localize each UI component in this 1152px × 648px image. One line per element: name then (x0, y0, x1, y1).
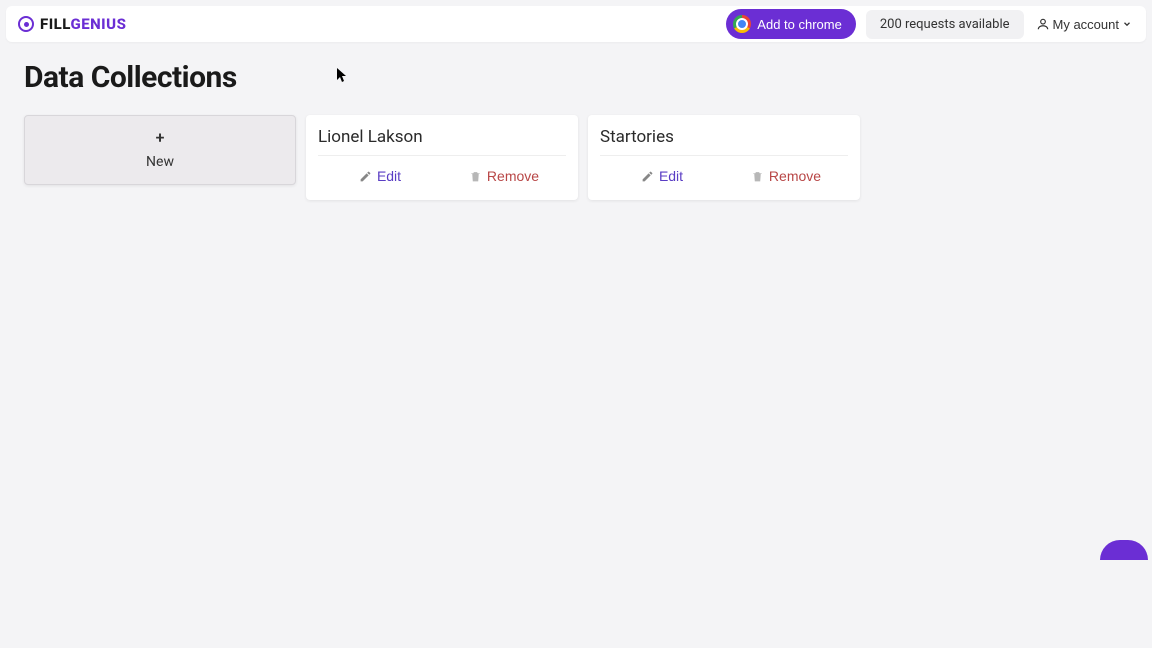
user-icon (1036, 17, 1050, 31)
chevron-down-icon (1122, 19, 1132, 29)
edit-button[interactable]: Edit (318, 162, 442, 190)
logo-icon (18, 16, 34, 32)
new-collection-card[interactable]: + New (24, 115, 296, 185)
app-header: FILLGENIUS Add to chrome 200 requests av… (6, 6, 1146, 42)
edit-button[interactable]: Edit (600, 162, 724, 190)
pencil-icon (641, 170, 654, 183)
brand-logo[interactable]: FILLGENIUS (18, 15, 126, 33)
collection-title: Lionel Lakson (318, 127, 566, 156)
remove-button[interactable]: Remove (442, 162, 566, 190)
logo-text: FILLGENIUS (40, 15, 126, 33)
collection-title: Startories (600, 127, 848, 156)
edit-label: Edit (659, 168, 683, 184)
header-actions: Add to chrome 200 requests available My … (726, 9, 1134, 39)
collection-card: Lionel Lakson Edit Remove (306, 115, 578, 200)
card-actions: Edit Remove (318, 162, 566, 190)
card-actions: Edit Remove (600, 162, 848, 190)
remove-label: Remove (769, 168, 821, 184)
add-to-chrome-label: Add to chrome (757, 17, 842, 32)
remove-label: Remove (487, 168, 539, 184)
new-collection-label: New (146, 154, 174, 170)
requests-available-badge[interactable]: 200 requests available (866, 10, 1024, 39)
pencil-icon (359, 170, 372, 183)
trash-icon (751, 170, 764, 183)
edit-label: Edit (377, 168, 401, 184)
chrome-icon (733, 15, 751, 33)
collection-card: Startories Edit Remove (588, 115, 860, 200)
add-to-chrome-button[interactable]: Add to chrome (726, 9, 856, 39)
remove-button[interactable]: Remove (724, 162, 848, 190)
my-account-label: My account (1053, 17, 1119, 32)
trash-icon (469, 170, 482, 183)
plus-icon: + (156, 130, 165, 146)
page-title: Data Collections (24, 60, 1128, 95)
page-content: Data Collections + New Lionel Lakson Edi… (6, 42, 1146, 218)
my-account-button[interactable]: My account (1034, 13, 1134, 36)
chat-widget-button[interactable] (1100, 540, 1148, 560)
collections-grid: + New Lionel Lakson Edit Remove St (24, 115, 1128, 200)
